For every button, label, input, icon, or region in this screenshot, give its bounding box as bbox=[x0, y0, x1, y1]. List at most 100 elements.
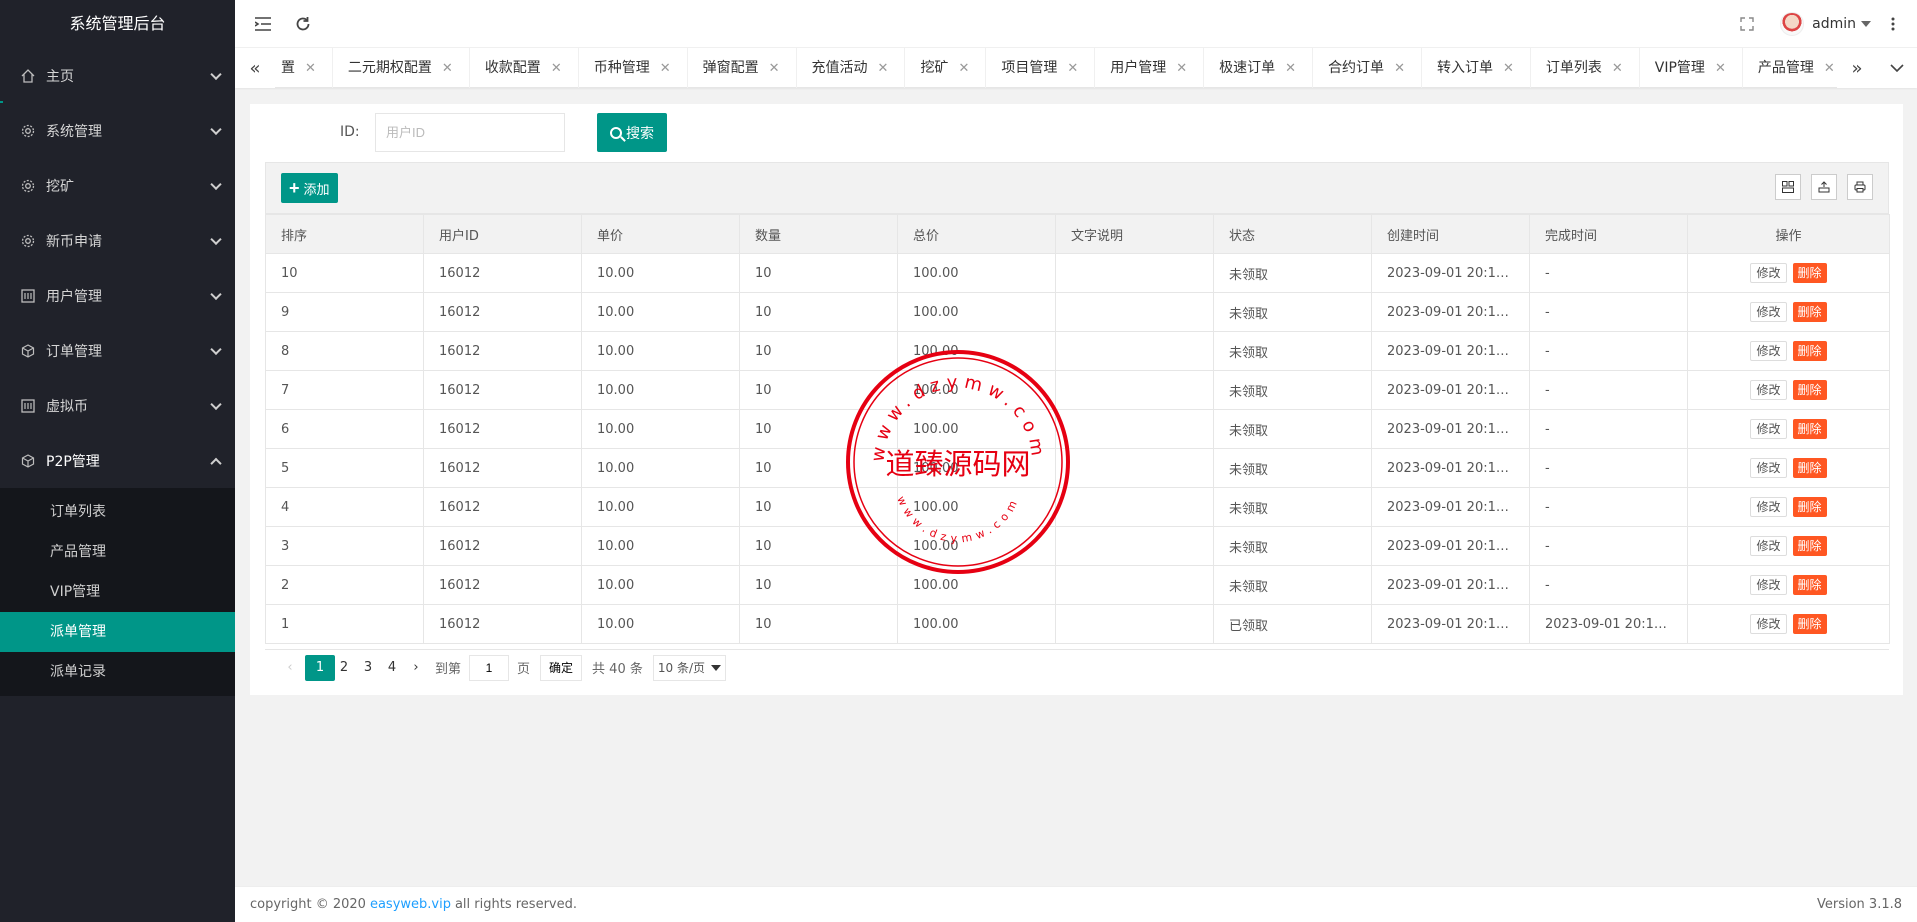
close-icon[interactable]: ✕ bbox=[769, 61, 780, 76]
add-button[interactable]: + 添加 bbox=[281, 173, 338, 203]
sidebar-subitem[interactable]: VIP管理 bbox=[0, 572, 235, 612]
prev-page-icon[interactable]: ‹ bbox=[275, 655, 305, 681]
sidebar-item[interactable]: P2P管理 bbox=[0, 433, 235, 488]
next-page-icon[interactable]: › bbox=[401, 655, 431, 681]
page-size-select[interactable]: 10 条/页 bbox=[652, 654, 726, 681]
close-icon[interactable]: ✕ bbox=[1824, 61, 1835, 76]
cell-price: 10.00 bbox=[581, 604, 740, 644]
tab[interactable]: 币种管理 ✕ bbox=[579, 48, 688, 88]
delete-button[interactable]: 删除 bbox=[1792, 341, 1827, 361]
tab[interactable]: 挖矿 ✕ bbox=[905, 48, 987, 88]
tab[interactable]: 置 ✕ bbox=[275, 48, 333, 88]
cell-total: 100.00 bbox=[897, 253, 1056, 293]
sidebar-subitem[interactable]: 订单列表 bbox=[0, 492, 235, 532]
cell-actions: 修改 删除 bbox=[1687, 526, 1890, 566]
delete-button[interactable]: 删除 bbox=[1792, 263, 1827, 283]
tab-scroll-right-icon[interactable]: » bbox=[1837, 48, 1877, 88]
edit-button[interactable]: 修改 bbox=[1750, 458, 1787, 478]
edit-button[interactable]: 修改 bbox=[1750, 380, 1787, 400]
gear-icon bbox=[20, 178, 36, 194]
tab-menu-chevron-icon[interactable] bbox=[1877, 48, 1917, 88]
sidebar-item[interactable]: 主页 bbox=[0, 48, 235, 103]
delete-button[interactable]: 删除 bbox=[1792, 458, 1827, 478]
sidebar-item[interactable]: 订单管理 bbox=[0, 323, 235, 378]
tab[interactable]: 二元期权配置 ✕ bbox=[333, 48, 470, 88]
user-menu[interactable]: admin bbox=[1780, 0, 1871, 48]
tab-scroll-left-icon[interactable]: « bbox=[235, 48, 275, 88]
more-icon[interactable] bbox=[1873, 0, 1913, 48]
search-button[interactable]: 搜索 bbox=[597, 113, 667, 152]
delete-button[interactable]: 删除 bbox=[1792, 497, 1827, 517]
sidebar-item[interactable]: 挖矿 bbox=[0, 158, 235, 213]
tab[interactable]: 极速订单 ✕ bbox=[1204, 48, 1314, 88]
delete-button[interactable]: 删除 bbox=[1792, 419, 1827, 439]
user-id-search-input[interactable] bbox=[375, 113, 565, 152]
print-icon[interactable] bbox=[1847, 174, 1873, 200]
tab[interactable]: 订单列表 ✕ bbox=[1531, 48, 1640, 88]
tab[interactable]: 弹窗配置 ✕ bbox=[688, 48, 797, 88]
close-icon[interactable]: ✕ bbox=[1067, 61, 1078, 76]
close-icon[interactable]: ✕ bbox=[1612, 61, 1623, 76]
cell-status: 未领取 bbox=[1213, 409, 1372, 449]
close-icon[interactable]: ✕ bbox=[305, 61, 316, 76]
tab[interactable]: 项目管理 ✕ bbox=[986, 48, 1096, 88]
close-icon[interactable]: ✕ bbox=[958, 61, 969, 76]
refresh-icon[interactable] bbox=[283, 0, 323, 48]
sidebar-item[interactable]: 虚拟币 bbox=[0, 378, 235, 433]
cell-user-id: 16012 bbox=[423, 253, 582, 293]
menu-collapse-icon[interactable] bbox=[243, 0, 283, 48]
search-icon bbox=[610, 126, 622, 139]
tab[interactable]: 产品管理 ✕ bbox=[1743, 48, 1837, 88]
table-row: 2 16012 10.00 10 100.00 未领取 2023-09-01 20:11..… bbox=[265, 565, 1890, 605]
delete-button[interactable]: 删除 bbox=[1792, 302, 1827, 322]
easyweb-link[interactable]: easyweb.vip bbox=[370, 897, 451, 912]
fullscreen-icon[interactable] bbox=[1727, 0, 1767, 48]
close-icon[interactable]: ✕ bbox=[660, 61, 671, 76]
edit-button[interactable]: 修改 bbox=[1750, 302, 1787, 322]
sidebar-subitem[interactable]: 产品管理 bbox=[0, 532, 235, 572]
chevron-down-icon bbox=[210, 233, 222, 245]
delete-button[interactable]: 删除 bbox=[1792, 575, 1827, 595]
goto-page-input[interactable] bbox=[469, 654, 510, 681]
tab[interactable]: VIP管理 ✕ bbox=[1640, 48, 1743, 88]
cell-created: 2023-09-01 20:11... bbox=[1371, 487, 1530, 527]
close-icon[interactable]: ✕ bbox=[1394, 61, 1405, 76]
sidebar-item[interactable]: 用户管理 bbox=[0, 268, 235, 323]
edit-button[interactable]: 修改 bbox=[1750, 419, 1787, 439]
tab[interactable]: 用户管理 ✕ bbox=[1095, 48, 1205, 88]
close-icon[interactable]: ✕ bbox=[878, 61, 889, 76]
close-icon[interactable]: ✕ bbox=[551, 61, 562, 76]
edit-button[interactable]: 修改 bbox=[1750, 497, 1787, 517]
cell-user-id: 16012 bbox=[423, 526, 582, 566]
edit-button[interactable]: 修改 bbox=[1750, 575, 1787, 595]
close-icon[interactable]: ✕ bbox=[1715, 61, 1726, 76]
close-icon[interactable]: ✕ bbox=[1285, 61, 1296, 76]
cell-total: 100.00 bbox=[897, 409, 1056, 449]
close-icon[interactable]: ✕ bbox=[442, 61, 453, 76]
close-icon[interactable]: ✕ bbox=[1176, 61, 1187, 76]
tab[interactable]: 充值活动 ✕ bbox=[797, 48, 906, 88]
export-icon[interactable] bbox=[1811, 174, 1837, 200]
delete-button[interactable]: 删除 bbox=[1792, 536, 1827, 556]
delete-button[interactable]: 删除 bbox=[1792, 380, 1827, 400]
sidebar-subitem[interactable]: 派单管理 bbox=[0, 612, 235, 652]
cell-finished: - bbox=[1529, 448, 1688, 488]
edit-button[interactable]: 修改 bbox=[1750, 614, 1787, 634]
edit-button[interactable]: 修改 bbox=[1750, 341, 1787, 361]
sidebar-item[interactable]: 新币申请 bbox=[0, 213, 235, 268]
edit-button[interactable]: 修改 bbox=[1750, 263, 1787, 283]
sidebar-item[interactable]: 系统管理 bbox=[0, 103, 235, 158]
close-icon[interactable]: ✕ bbox=[1503, 61, 1514, 76]
chevron-down-icon bbox=[711, 664, 721, 671]
cell-created: 2023-09-01 20:11... bbox=[1371, 448, 1530, 488]
cell-qty: 10 bbox=[739, 409, 898, 449]
tab[interactable]: 合约订单 ✕ bbox=[1313, 48, 1422, 88]
sidebar-subitem[interactable]: 派单记录 bbox=[0, 652, 235, 692]
delete-button[interactable]: 删除 bbox=[1792, 614, 1827, 634]
goto-confirm-button[interactable]: 确定 bbox=[540, 654, 583, 681]
edit-button[interactable]: 修改 bbox=[1750, 536, 1787, 556]
tab[interactable]: 收款配置 ✕ bbox=[470, 48, 579, 88]
tab[interactable]: 转入订单 ✕ bbox=[1422, 48, 1531, 88]
column-filter-icon[interactable] bbox=[1775, 174, 1801, 200]
cell-total: 100.00 bbox=[897, 487, 1056, 527]
